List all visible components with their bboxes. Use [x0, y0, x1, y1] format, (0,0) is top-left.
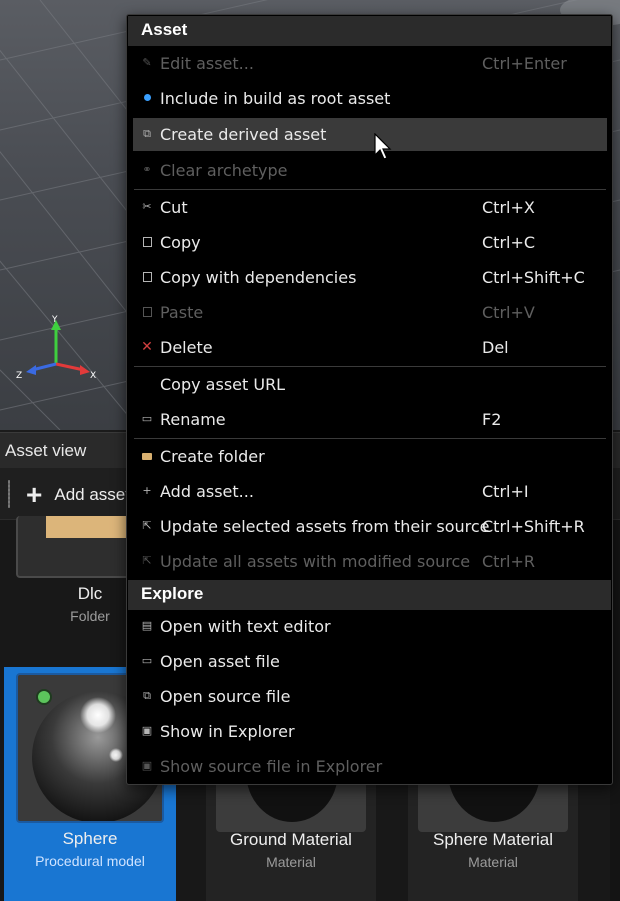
- menu-item-open-text-editor[interactable]: ▤ Open with text editor: [133, 610, 607, 643]
- source-file-icon: ⧉: [143, 689, 151, 702]
- explorer-icon: ▣: [141, 759, 153, 772]
- menu-separator: [134, 438, 606, 439]
- add-asset-button[interactable]: + Add asset: [26, 480, 130, 510]
- menu-item-clear-archetype[interactable]: ⚭ Clear archetype: [133, 154, 607, 187]
- menu-item-copy-with-dependencies[interactable]: Copy with dependencies Ctrl+Shift+C: [133, 261, 607, 294]
- rename-icon: ▭: [141, 412, 153, 425]
- axis-label-y: Y: [51, 315, 58, 325]
- menu-item-update-selected[interactable]: ⇱ Update selected assets from their sour…: [133, 510, 607, 543]
- menu-section-asset: Asset: [128, 16, 611, 46]
- material-sphere-icon: [448, 782, 540, 822]
- update-icon: ⇱: [142, 519, 152, 532]
- menu-item-create-derived[interactable]: ⧉ Create derived asset: [133, 118, 607, 151]
- menu-item-cut[interactable]: ✂ Cut Ctrl+X: [133, 191, 607, 224]
- axis-label-z: Z: [16, 371, 22, 381]
- asset-name: Ground Material: [230, 830, 352, 849]
- menu-item-show-source-in-explorer[interactable]: ▣ Show source file in Explorer: [133, 750, 607, 783]
- menu-item-open-source-file[interactable]: ⧉ Open source file: [133, 680, 607, 713]
- menu-item-include-root[interactable]: Include in build as root asset: [133, 82, 607, 115]
- asset-name: Sphere: [62, 829, 118, 848]
- add-icon: +: [142, 484, 152, 497]
- axis-label-x: X: [90, 371, 96, 381]
- text-editor-icon: ▤: [141, 619, 153, 632]
- update-icon: ⇱: [142, 554, 152, 567]
- asset-type: Procedural model: [35, 853, 145, 869]
- plus-icon: +: [26, 479, 43, 510]
- asset-type: Material: [266, 854, 316, 870]
- menu-item-delete[interactable]: ✕ Delete Del: [133, 331, 607, 364]
- asset-view-title: Asset view: [5, 441, 87, 460]
- asset-type: Material: [468, 854, 518, 870]
- asset-tile-ground-material[interactable]: Ground Material Material: [206, 782, 376, 901]
- scissors-icon: ✂: [142, 200, 152, 213]
- blue-dot-icon: [141, 92, 153, 104]
- menu-item-edit-asset[interactable]: ✎ Edit asset... Ctrl+Enter: [133, 47, 607, 80]
- delete-icon: ✕: [141, 339, 153, 355]
- material-thumbnail: [216, 782, 366, 832]
- archetype-icon: ⚭: [142, 163, 152, 176]
- paste-icon: [141, 306, 153, 318]
- material-thumbnail: [418, 782, 568, 832]
- menu-item-rename[interactable]: ▭ Rename F2: [133, 403, 607, 436]
- derive-icon: ⧉: [143, 127, 151, 140]
- toolbar-grip-handle[interactable]: [8, 480, 10, 508]
- status-ok-icon: [36, 689, 52, 705]
- mouse-cursor-icon: [374, 133, 392, 160]
- copy-icon: [141, 271, 153, 283]
- menu-separator: [134, 189, 606, 190]
- add-asset-label: Add asset: [54, 485, 130, 504]
- asset-tile-sphere-material[interactable]: Sphere Material Material: [408, 782, 578, 901]
- menu-item-show-in-explorer[interactable]: ▣ Show in Explorer: [133, 715, 607, 748]
- asset-file-icon: ▭: [141, 654, 153, 667]
- menu-item-copy-asset-url[interactable]: Copy asset URL: [133, 368, 607, 401]
- menu-item-paste[interactable]: Paste Ctrl+V: [133, 296, 607, 329]
- explorer-icon: ▣: [141, 724, 153, 737]
- menu-separator: [134, 366, 606, 367]
- material-sphere-icon: [246, 782, 338, 822]
- axis-gizmo: Y X Z: [16, 315, 96, 381]
- menu-section-explore: Explore: [128, 580, 611, 610]
- menu-item-open-asset-file[interactable]: ▭ Open asset file: [133, 645, 607, 678]
- menu-item-copy[interactable]: Copy Ctrl+C: [133, 226, 607, 259]
- menu-item-update-all[interactable]: ⇱ Update all assets with modified source…: [133, 545, 607, 578]
- folder-icon: [141, 450, 153, 462]
- asset-name: Sphere Material: [432, 830, 553, 849]
- copy-icon: [141, 236, 153, 248]
- menu-item-create-folder[interactable]: Create folder: [133, 440, 607, 473]
- menu-item-add-asset[interactable]: + Add asset... Ctrl+I: [133, 475, 607, 508]
- pencil-icon: ✎: [142, 56, 152, 69]
